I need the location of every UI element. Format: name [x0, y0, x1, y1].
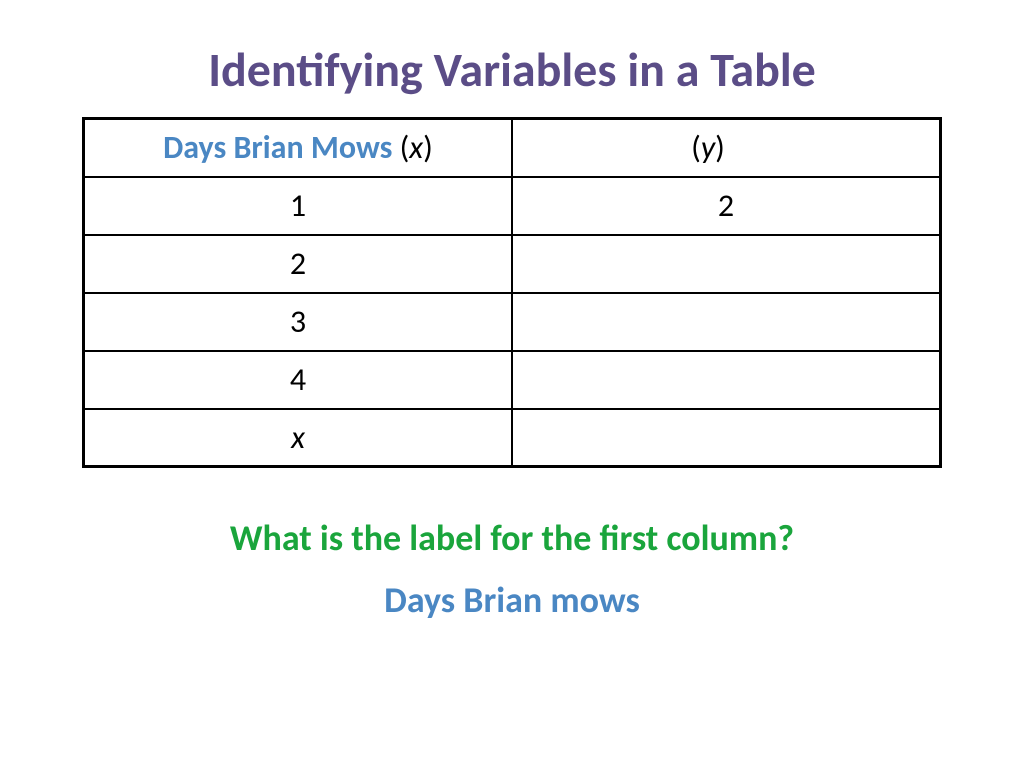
header-x-label: Days Brian Mows: [163, 128, 392, 167]
cell-x: 1: [84, 177, 513, 235]
header-cell-x: Days Brian Mows (x): [84, 119, 513, 177]
cell-x: 2: [84, 235, 513, 293]
slide-title: Identifying Variables in a Table: [208, 40, 816, 99]
cell-y: 2: [512, 177, 941, 235]
header-y-var: (y): [691, 128, 725, 167]
header-x-var: (x): [400, 128, 433, 167]
table-header-row: Days Brian Mows (x) (y): [84, 119, 941, 177]
cell-y: [512, 293, 941, 351]
cell-y: [512, 235, 941, 293]
answer-text: Days Brian mows: [384, 578, 640, 622]
cell-x: 3: [84, 293, 513, 351]
cell-y: [512, 409, 941, 467]
table-row: 1 2: [84, 177, 941, 235]
variable-table: Days Brian Mows (x) (y) 1 2 2 3: [82, 117, 942, 468]
header-cell-y: (y): [512, 119, 941, 177]
table-row: x: [84, 409, 941, 467]
cell-x: 4: [84, 351, 513, 409]
question-text: What is the label for the first column?: [230, 516, 794, 560]
table-row: 4: [84, 351, 941, 409]
cell-y: [512, 351, 941, 409]
cell-x: x: [84, 409, 513, 467]
table-row: 2: [84, 235, 941, 293]
table-row: 3: [84, 293, 941, 351]
slide: Identifying Variables in a Table Days Br…: [0, 0, 1024, 768]
